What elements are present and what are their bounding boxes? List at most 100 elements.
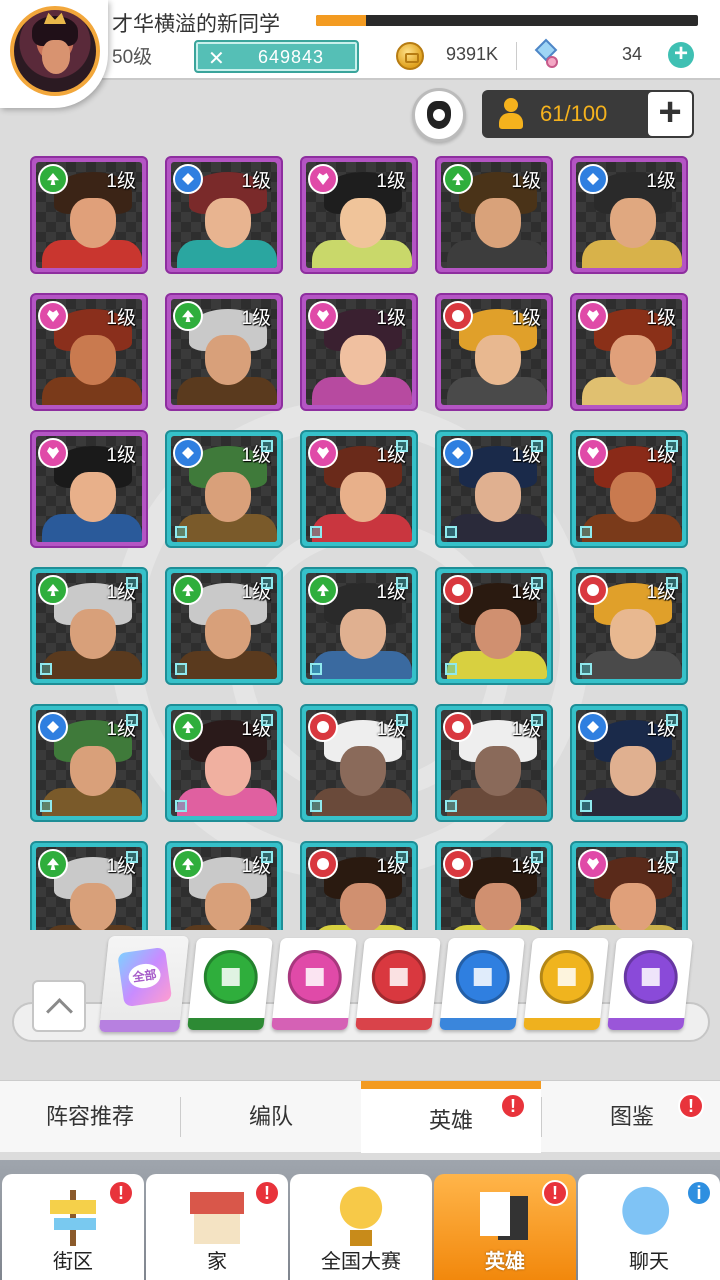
filter-strip-color bbox=[355, 1018, 433, 1030]
hero-card[interactable]: 1级 bbox=[435, 156, 553, 274]
corner-marker bbox=[396, 714, 408, 726]
coin-count: 9391K bbox=[446, 44, 499, 64]
hero-card[interactable]: 1级 bbox=[300, 156, 418, 274]
filter-pink[interactable] bbox=[271, 938, 357, 1030]
corner-marker bbox=[310, 800, 322, 812]
hero-card[interactable]: 1级 bbox=[570, 430, 688, 548]
nav-tournament[interactable]: 全国大赛 bbox=[290, 1174, 432, 1280]
pink-element-icon bbox=[578, 438, 608, 468]
corner-marker bbox=[40, 800, 52, 812]
green-element-icon bbox=[173, 712, 203, 742]
filter-strip-color bbox=[523, 1018, 601, 1030]
hero-card[interactable]: 1级 bbox=[30, 430, 148, 548]
add-gems-button[interactable]: + bbox=[668, 42, 694, 68]
helmet-icon bbox=[427, 101, 451, 129]
corner-marker bbox=[175, 526, 187, 538]
hero-card[interactable]: 1级 bbox=[30, 156, 148, 274]
hero-card[interactable]: 1级 bbox=[300, 704, 418, 822]
alert-badge: ! bbox=[108, 1180, 134, 1206]
hero-card[interactable]: 1级 bbox=[30, 567, 148, 685]
alert-badge: ! bbox=[500, 1093, 526, 1119]
filter-purple[interactable] bbox=[607, 938, 693, 1030]
corner-marker bbox=[261, 714, 273, 726]
hero-portrait-frame: 1级 bbox=[441, 162, 547, 268]
hero-level: 1级 bbox=[106, 308, 136, 329]
player-avatar-frame[interactable] bbox=[0, 0, 108, 108]
filter-gold[interactable] bbox=[523, 938, 609, 1030]
hero-level: 1级 bbox=[106, 171, 136, 192]
nav-label: 家 bbox=[207, 1251, 227, 1273]
hero-card[interactable]: 1级 bbox=[300, 293, 418, 411]
signpost-icon bbox=[40, 1186, 106, 1248]
hero-card[interactable]: 1级 bbox=[435, 293, 553, 411]
hero-card[interactable]: 1级 bbox=[435, 567, 553, 685]
hero-card[interactable]: 1级 bbox=[570, 841, 688, 930]
red-element-icon bbox=[443, 301, 473, 331]
tab-formation[interactable]: 编队 bbox=[181, 1081, 361, 1153]
expand-capacity-button[interactable]: + bbox=[648, 92, 692, 136]
trophy-icon bbox=[328, 1186, 394, 1248]
corner-marker bbox=[175, 800, 187, 812]
hero-card[interactable]: 1级 bbox=[300, 841, 418, 930]
hero-card[interactable]: 1级 bbox=[570, 704, 688, 822]
hero-card[interactable]: 1级 bbox=[30, 841, 148, 930]
hero-card[interactable]: 1级 bbox=[165, 293, 283, 411]
tab-lineup[interactable]: 阵容推荐 bbox=[0, 1081, 180, 1153]
hero-card[interactable]: 1级 bbox=[300, 567, 418, 685]
crossed-swords-icon: ✕ bbox=[208, 48, 225, 70]
blue-element-icon bbox=[173, 164, 203, 194]
corner-marker bbox=[126, 577, 138, 589]
pink-element-icon bbox=[308, 301, 338, 331]
hero-portrait-frame: 1级 bbox=[576, 299, 682, 405]
hero-card[interactable]: 1级 bbox=[435, 841, 553, 930]
all-cards-icon: 全部 bbox=[117, 946, 173, 1008]
hero-card[interactable]: 1级 bbox=[165, 156, 283, 274]
hero-card[interactable]: 1级 bbox=[165, 841, 283, 930]
hero-card[interactable]: 1级 bbox=[165, 430, 283, 548]
filter-all[interactable]: 全部 bbox=[98, 936, 190, 1032]
hero-card[interactable]: 1级 bbox=[435, 704, 553, 822]
alert-badge: ! bbox=[254, 1180, 280, 1206]
hero-grid[interactable]: 1级 1级 1级 1级 1级 1级 1级 1级 1级 1级 1级 1级 1级 1级 1级 1级 1级 1级 1级 1级… bbox=[0, 150, 720, 930]
sort-hero-button[interactable] bbox=[412, 88, 466, 142]
avatar[interactable] bbox=[10, 6, 100, 96]
nav-label: 英雄 bbox=[485, 1251, 525, 1273]
divider bbox=[516, 42, 517, 70]
person-icon bbox=[498, 98, 524, 130]
filter-strip-color bbox=[271, 1018, 349, 1030]
corner-marker bbox=[666, 851, 678, 863]
hero-card[interactable]: 1级 bbox=[30, 704, 148, 822]
hero-card[interactable]: 1级 bbox=[570, 293, 688, 411]
combat-power-value: 649843 bbox=[258, 47, 325, 67]
filter-strip-color bbox=[607, 1018, 685, 1030]
combat-power: ✕ 649843 bbox=[194, 40, 359, 73]
filter-red[interactable] bbox=[355, 938, 441, 1030]
hero-portrait-frame: 1级 bbox=[36, 299, 142, 405]
filter-blue[interactable] bbox=[439, 938, 525, 1030]
hero-portrait-frame: 1级 bbox=[306, 573, 412, 679]
hero-card[interactable]: 1级 bbox=[435, 430, 553, 548]
filter-green[interactable] bbox=[187, 938, 273, 1030]
xp-bar-fill bbox=[316, 15, 366, 26]
collapse-button[interactable] bbox=[32, 980, 86, 1032]
hero-card[interactable]: 1级 bbox=[30, 293, 148, 411]
corner-marker bbox=[396, 851, 408, 863]
hero-card[interactable]: 1级 bbox=[165, 567, 283, 685]
nav-label: 街区 bbox=[53, 1251, 93, 1273]
hero-level: 1级 bbox=[376, 308, 406, 329]
hero-card[interactable]: 1级 bbox=[300, 430, 418, 548]
hero-card[interactable]: 1级 bbox=[165, 704, 283, 822]
sub-tabs: 阵容推荐 编队 英雄 图鉴 ! ! bbox=[0, 1080, 720, 1153]
hero-portrait-frame: 1级 bbox=[36, 847, 142, 930]
blue-element-icon bbox=[173, 438, 203, 468]
hero-card[interactable]: 1级 bbox=[570, 156, 688, 274]
filter-strip-color bbox=[187, 1018, 265, 1030]
hero-portrait-frame: 1级 bbox=[576, 847, 682, 930]
blue-element-icon bbox=[38, 712, 68, 742]
hero-card[interactable]: 1级 bbox=[570, 567, 688, 685]
top-bar: 才华横溢的新同学 50级 ✕ 649843 9391K 34 + bbox=[0, 0, 720, 80]
hero-level: 1级 bbox=[241, 308, 271, 329]
hero-portrait-frame: 1级 bbox=[171, 847, 277, 930]
corner-marker bbox=[261, 440, 273, 452]
pink-element-icon bbox=[287, 950, 342, 1004]
